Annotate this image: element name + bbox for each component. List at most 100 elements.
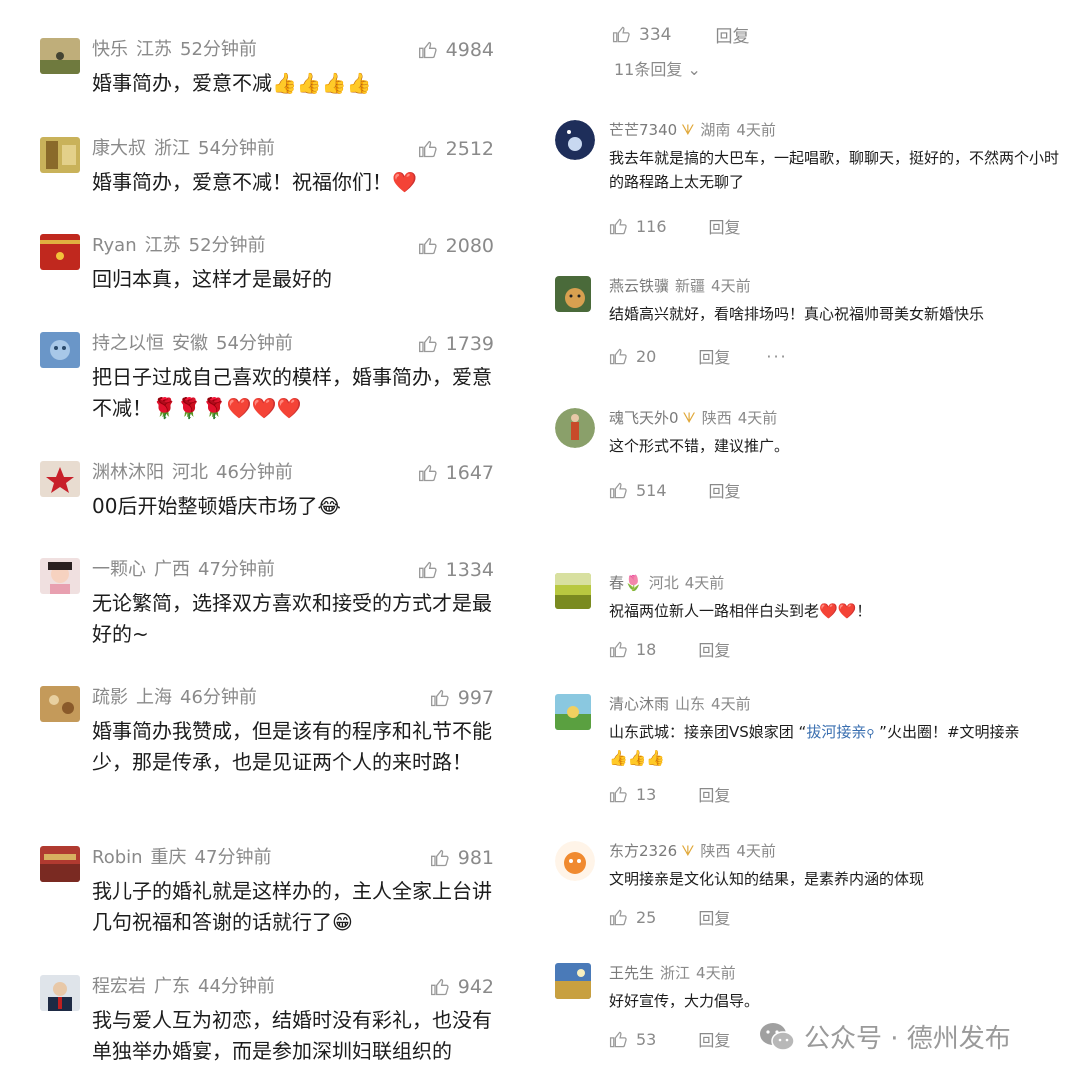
- region: 江苏: [144, 235, 181, 256]
- thumbs-up-icon[interactable]: [609, 481, 628, 500]
- thumbs-up-icon[interactable]: [612, 25, 631, 44]
- region: 湖南: [700, 121, 731, 139]
- username[interactable]: 东方2326: [609, 842, 677, 860]
- avatar[interactable]: [40, 558, 80, 594]
- avatar[interactable]: [40, 461, 80, 497]
- username[interactable]: 快乐: [92, 39, 128, 60]
- timestamp: 4天前: [736, 842, 776, 860]
- avatar[interactable]: [555, 408, 595, 448]
- timestamp: 4天前: [711, 695, 751, 713]
- comment-text: 把日子过成自己喜欢的模样，婚事简办，爱意不减！🌹🌹🌹❤️❤️❤️: [92, 365, 492, 420]
- comment-text: 我去年就是搞的大巴车，一起唱歌，聊聊天，挺好的，不然两个小时的路程路上太无聊了: [609, 149, 1060, 191]
- like-count: 2080: [445, 235, 494, 257]
- thumbs-up-icon[interactable]: [609, 908, 628, 927]
- avatar[interactable]: [40, 137, 80, 173]
- username[interactable]: 持之以恒: [92, 333, 164, 354]
- timestamp: 46分钟前: [216, 462, 293, 483]
- reply-button[interactable]: 回复: [698, 344, 730, 368]
- avatar[interactable]: [555, 694, 591, 730]
- thumbs-up-icon: [430, 849, 449, 867]
- like-button[interactable]: 1334: [418, 558, 494, 582]
- verified-badge-icon: ᗐ: [681, 123, 695, 139]
- reply-button[interactable]: 回复: [709, 214, 741, 238]
- more-options-icon[interactable]: ···: [766, 347, 787, 366]
- username[interactable]: Ryan: [92, 235, 137, 256]
- like-count: 334: [639, 24, 672, 45]
- reply-button[interactable]: 回复: [698, 637, 730, 661]
- comment-text: 文明接亲是文化认知的结果，是素养内涵的体现: [609, 870, 925, 888]
- timestamp: 44分钟前: [198, 976, 275, 997]
- username[interactable]: 燕云铁骥: [609, 277, 669, 295]
- username[interactable]: 疏影: [92, 687, 128, 708]
- timestamp: 54分钟前: [216, 333, 293, 354]
- comment-text: 回归本真，这样才是最好的: [92, 267, 332, 291]
- like-button[interactable]: 942: [430, 975, 494, 999]
- thumbs-up-icon[interactable]: [609, 640, 628, 659]
- thumbs-up-icon: [430, 689, 449, 707]
- avatar[interactable]: [555, 276, 591, 312]
- username[interactable]: 康大叔: [92, 138, 146, 159]
- username[interactable]: Robin: [92, 847, 143, 868]
- comment-text: 我与爱人互为初恋，结婚时没有彩礼，也没有单独举办婚宴，而是参加深圳妇联组织的: [92, 1008, 492, 1063]
- region: 广东: [154, 976, 190, 997]
- like-button[interactable]: 997: [430, 686, 494, 710]
- reply-button[interactable]: 回复: [698, 782, 730, 806]
- region: 河北: [172, 462, 208, 483]
- comment-meta: Ryan 江苏 52分钟前: [92, 234, 266, 258]
- comment-actions: 20 回复 ···: [609, 344, 788, 368]
- avatar[interactable]: [40, 975, 80, 1011]
- like-button[interactable]: 4984: [418, 38, 494, 62]
- avatar[interactable]: [555, 963, 591, 999]
- comment-meta: 魂飞天外0 ᗐ 陕西 4天前: [609, 408, 777, 429]
- timestamp: 4天前: [736, 121, 776, 139]
- comment-text: 婚事简办，爱意不减👍👍👍👍: [92, 71, 372, 95]
- avatar[interactable]: [40, 332, 80, 368]
- like-button[interactable]: 2080: [418, 234, 494, 258]
- thumbs-up-icon[interactable]: [609, 217, 628, 236]
- like-button[interactable]: 981: [430, 846, 494, 870]
- comment-actions: 13 回复: [609, 782, 730, 806]
- comment-text: 结婚高兴就好，看啥排场吗！真心祝福帅哥美女新婚快乐: [609, 305, 985, 323]
- avatar[interactable]: [555, 841, 595, 881]
- thumbs-up-icon: [418, 237, 437, 255]
- like-count: 942: [457, 976, 494, 998]
- region: 安徽: [172, 333, 208, 354]
- like-count: 514: [636, 480, 667, 500]
- thumbs-up-icon: [430, 978, 449, 996]
- like-count: 997: [457, 687, 494, 709]
- username[interactable]: 魂飞天外0: [609, 409, 679, 427]
- avatar[interactable]: [40, 234, 80, 270]
- thumbs-up-icon: [418, 464, 437, 482]
- username[interactable]: 春🌷: [609, 574, 643, 592]
- like-button[interactable]: 1647: [418, 461, 494, 485]
- timestamp: 46分钟前: [180, 687, 257, 708]
- view-replies-link[interactable]: 11条回复 ⌄: [614, 56, 701, 80]
- username[interactable]: 王先生: [609, 964, 654, 982]
- comment-text: 婚事简办我赞成，但是该有的程序和礼节不能少，那是传承，也是见证两个人的来时路！: [92, 719, 492, 774]
- timestamp: 54分钟前: [198, 138, 275, 159]
- thumbs-up-icon[interactable]: [609, 785, 628, 804]
- timestamp: 4天前: [737, 409, 778, 427]
- username[interactable]: 清心沐雨: [609, 695, 669, 713]
- username[interactable]: 程宏岩: [92, 976, 146, 997]
- reply-button[interactable]: 回复: [709, 478, 741, 502]
- thumbs-up-icon[interactable]: [609, 347, 628, 366]
- avatar[interactable]: [555, 120, 595, 160]
- avatar[interactable]: [40, 38, 80, 74]
- reply-button[interactable]: 回复: [715, 22, 749, 47]
- avatar[interactable]: [555, 573, 591, 609]
- username[interactable]: 渊林沐阳: [92, 462, 164, 483]
- thumbs-up-icon: [418, 140, 437, 158]
- avatar[interactable]: [40, 686, 80, 722]
- like-button[interactable]: 2512: [418, 137, 494, 161]
- username[interactable]: 芒芒7340: [609, 121, 677, 139]
- comment-text-part: 👍👍👍: [609, 749, 666, 767]
- reply-button[interactable]: 回复: [698, 1027, 730, 1051]
- topic-link[interactable]: 拔河接亲: [806, 723, 866, 741]
- username[interactable]: 一颗心: [92, 559, 146, 580]
- like-button[interactable]: 1739: [418, 332, 494, 356]
- like-count: 53: [636, 1029, 657, 1049]
- thumbs-up-icon[interactable]: [609, 1030, 628, 1049]
- avatar[interactable]: [40, 846, 80, 882]
- reply-button[interactable]: 回复: [698, 905, 730, 929]
